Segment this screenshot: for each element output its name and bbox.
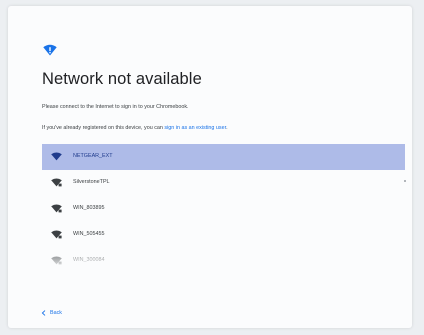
back-button[interactable]: Back [41,310,62,316]
existing-user-text-end: . [226,125,228,131]
oobe-dialog: Network not available Please connect to … [8,6,412,328]
wifi-lock-icon [51,178,62,187]
back-label: Back [50,310,62,316]
network-item[interactable]: SilverstoneTPL [42,170,405,196]
network-list[interactable]: NETGEAR_EXT SilverstoneTPL WIN_803895 WIN_5… [42,144,405,266]
network-name: WIN_505455 [73,231,105,237]
scrollbar[interactable] [404,180,406,182]
connect-instructions: Please connect to the Internet to sign i… [42,104,189,110]
wifi-lock-icon [51,204,62,213]
wifi-lock-icon [51,230,62,239]
network-item[interactable]: WIN_803895 [42,196,405,222]
network-name: SilverstoneTPL [73,179,110,185]
network-name: NETGEAR_EXT [73,153,113,159]
sign-in-existing-user-link[interactable]: sign in as an existing user [164,125,226,131]
chevron-left-icon [41,310,46,316]
wifi-lock-icon [51,256,62,265]
network-item[interactable]: WIN_505455 [42,222,405,248]
existing-user-text: If you've already registered on this dev… [42,125,165,131]
page-title: Network not available [42,70,202,88]
network-item[interactable]: NETGEAR_EXT [42,144,405,170]
wifi-icon [51,152,62,161]
network-warning-icon [43,44,57,56]
network-name: WIN_300084 [73,257,105,263]
network-name: WIN_803895 [73,205,105,211]
existing-user-instructions: If you've already registered on this dev… [42,125,228,131]
network-item[interactable]: WIN_300084 [42,248,405,266]
